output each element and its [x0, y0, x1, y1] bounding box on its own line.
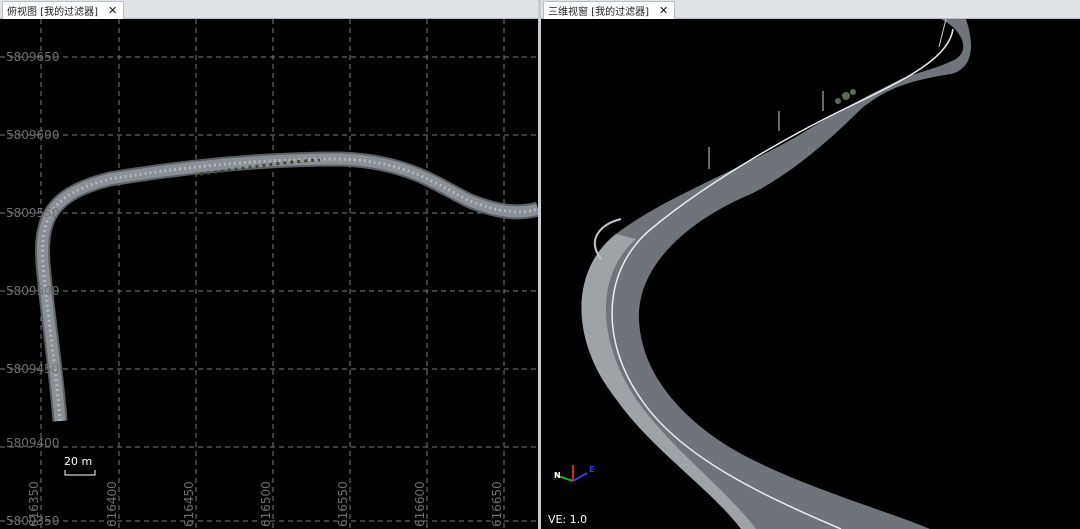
x-tick-label: 616500 — [259, 481, 273, 527]
axis-east-line — [572, 472, 588, 482]
y-tick-label: 5809500 — [6, 284, 59, 298]
axis-north-label: N — [554, 471, 561, 480]
close-icon[interactable]: ✕ — [659, 4, 668, 17]
axis-east-label: E — [589, 465, 594, 474]
y-tick-label: 5809400 — [6, 436, 59, 450]
tab-top-view-label: 俯视图 [我的过滤器] — [7, 7, 98, 18]
3d-view-tabbar: 三维视窗 [我的过滤器] ✕ — [541, 0, 1080, 19]
scale-bar-label: 20 m — [64, 455, 92, 468]
3d-view-pane: 三维视窗 [我的过滤器] ✕ N E VE: 1.0 — [541, 0, 1080, 529]
y-tick-label: 5809600 — [6, 128, 59, 142]
tab-3d-view[interactable]: 三维视窗 [我的过滤器] ✕ — [543, 1, 676, 19]
road-point-cloud-top — [35, 151, 538, 422]
3d-view-svg: N E — [554, 19, 971, 529]
x-tick-label: 616400 — [105, 481, 119, 527]
y-tick-label: 5809450 — [6, 362, 59, 376]
top-view-tabbar: 俯视图 [我的过滤器] ✕ — [0, 0, 538, 19]
tab-top-view[interactable]: 俯视图 [我的过滤器] ✕ — [2, 1, 125, 19]
tab-3d-view-label: 三维视窗 [我的过滤器] — [548, 7, 649, 18]
top-view-canvas[interactable]: 5809650 5809600 5809550 5809500 5809450 … — [0, 19, 538, 529]
y-tick-label: 5809650 — [6, 50, 59, 64]
x-tick-label: 616350 — [27, 481, 41, 527]
road-point-cloud-3d — [581, 19, 971, 529]
x-tick-label: 616650 — [490, 481, 504, 527]
top-view-svg: 5809650 5809600 5809550 5809500 5809450 … — [0, 19, 538, 529]
top-view-pane: 俯视图 [我的过滤器] ✕ 5809650 5809600 5809550 58… — [0, 0, 538, 529]
close-icon[interactable]: ✕ — [108, 4, 117, 17]
y-tick-label: 5809550 — [6, 206, 59, 220]
x-tick-label: 616600 — [413, 481, 427, 527]
x-tick-label: 616450 — [182, 481, 196, 527]
vertical-exaggeration-label: VE: 1.0 — [548, 513, 588, 526]
x-axis-labels: 616350 616400 616450 616500 616550 61660… — [27, 481, 504, 527]
roadside-vegetation — [835, 89, 856, 104]
scale-bar: 20 m — [64, 455, 96, 476]
x-tick-label: 616550 — [336, 481, 350, 527]
grid-lines — [0, 19, 538, 529]
axis-gizmo-icon: N E — [554, 465, 594, 482]
roadside-poles — [708, 19, 947, 169]
3d-view-canvas[interactable]: N E VE: 1.0 — [541, 19, 1080, 529]
y-axis-labels: 5809650 5809600 5809550 5809500 5809450 … — [6, 50, 59, 528]
